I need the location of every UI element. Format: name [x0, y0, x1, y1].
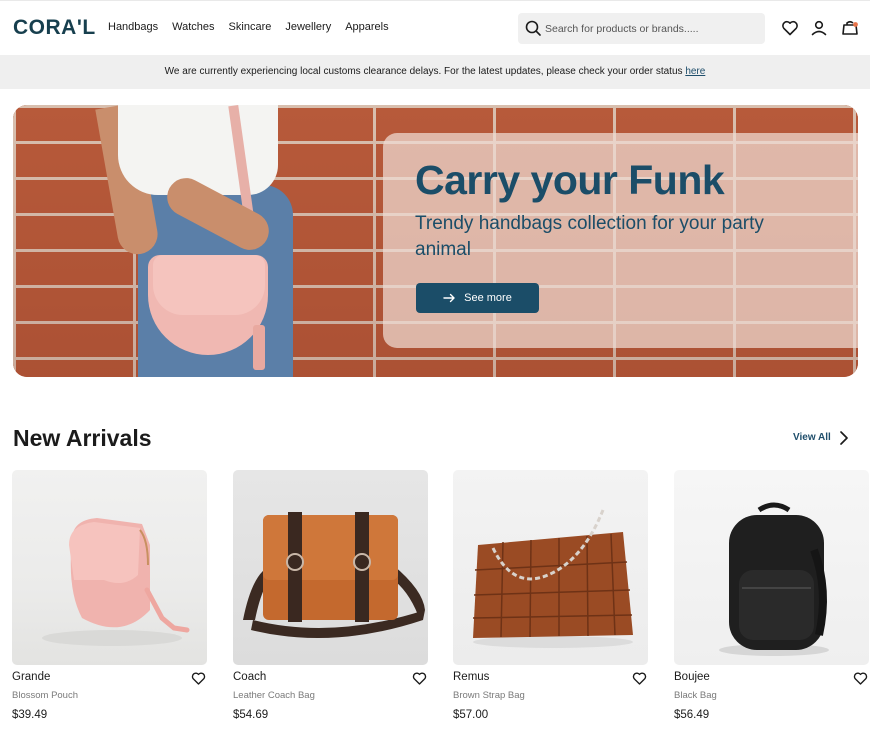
user-icon[interactable] [809, 18, 829, 38]
main-nav: Handbags Watches Skincare Jewellery Appa… [108, 21, 403, 33]
search-bar [518, 13, 765, 44]
cart-badge-dot [853, 22, 858, 27]
product-card[interactable]: Grande Blossom Pouch $39.49 [12, 470, 208, 721]
heart-icon[interactable] [631, 670, 648, 687]
search-icon [525, 20, 541, 36]
hero-banner: Carry your Funk Trendy handbags collecti… [13, 105, 858, 377]
notice-banner: We are currently experiencing local cust… [0, 55, 870, 89]
product-price: $57.00 [453, 709, 489, 721]
product-name[interactable]: Grande [12, 671, 50, 683]
product-price: $56.49 [674, 709, 710, 721]
product-image[interactable] [674, 470, 869, 665]
brand-logo[interactable]: CORA'L [13, 16, 96, 40]
nav-item-jewellery[interactable]: Jewellery [285, 21, 331, 33]
product-card[interactable]: Coach Leather Coach Bag $54.69 [233, 470, 429, 721]
product-card[interactable]: Boujee Black Bag $56.49 [674, 470, 870, 721]
arrow-right-icon [443, 293, 455, 303]
notice-text: We are currently experiencing local cust… [164, 66, 686, 77]
heart-icon[interactable] [411, 670, 428, 687]
heart-icon[interactable] [190, 670, 207, 687]
product-image-woven-bag [472, 509, 633, 648]
search-input[interactable] [545, 13, 755, 44]
product-image-pink-bag [42, 518, 190, 646]
product-image[interactable] [453, 470, 648, 665]
nav-item-handbags[interactable]: Handbags [108, 21, 158, 33]
product-description: Brown Strap Bag [453, 690, 525, 701]
heart-icon[interactable] [780, 18, 800, 38]
site-header: CORA'L Handbags Watches Skincare Jewelle… [0, 1, 870, 55]
product-name[interactable]: Boujee [674, 671, 710, 683]
nav-item-apparels[interactable]: Apparels [345, 21, 388, 33]
product-image[interactable] [12, 470, 207, 665]
product-image-black-backpack [719, 502, 829, 656]
product-image[interactable] [233, 470, 428, 665]
view-all-link[interactable]: View All [793, 432, 831, 443]
new-arrivals-title: New Arrivals [13, 425, 152, 451]
product-image-coach-bag [243, 512, 425, 638]
product-description: Blossom Pouch [12, 690, 79, 701]
see-more-label: See more [464, 292, 512, 304]
hero-subtitle: Trendy handbags collection for your part… [415, 213, 764, 260]
product-description: Black Bag [674, 690, 717, 701]
heart-icon[interactable] [852, 670, 869, 687]
product-name[interactable]: Remus [453, 671, 489, 683]
nav-item-watches[interactable]: Watches [172, 21, 214, 33]
product-price: $39.49 [12, 709, 48, 721]
bag-icon[interactable] [840, 18, 860, 38]
nav-item-skincare[interactable]: Skincare [229, 21, 272, 33]
product-price: $54.69 [233, 709, 269, 721]
product-card[interactable]: Remus Brown Strap Bag $57.00 [453, 470, 649, 721]
product-name[interactable]: Coach [233, 671, 266, 683]
hero-title: Carry your Funk [415, 157, 725, 203]
product-description: Leather Coach Bag [233, 690, 315, 701]
chevron-right-icon[interactable] [838, 430, 850, 446]
see-more-button[interactable]: See more [416, 283, 539, 313]
notice-link[interactable]: here [685, 66, 705, 77]
